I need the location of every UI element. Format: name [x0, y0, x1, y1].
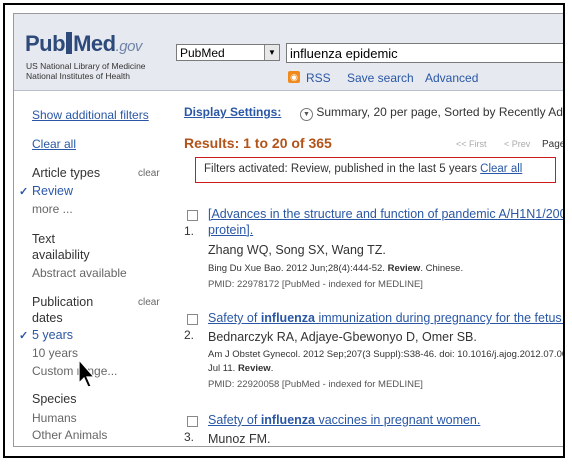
result-title-line-1[interactable]: [Advances in the structure and function … — [208, 207, 563, 221]
citation-review: Review — [387, 263, 421, 274]
nlm-line-2: National Institutes of Health — [26, 71, 130, 81]
filter-10-years[interactable]: 10 years — [32, 346, 78, 360]
publication-dates-heading-1: Publication — [32, 295, 94, 309]
pubmed-logo[interactable]: Pub Med.gov — [25, 31, 142, 57]
logo-bar-icon — [66, 32, 73, 54]
result-checkbox[interactable] — [187, 416, 198, 427]
database-select-value: PubMed — [180, 46, 225, 60]
text-availability-heading-1: Text — [32, 232, 55, 246]
logo-pub: Pub — [25, 31, 66, 56]
title-pre: Safety of — [208, 311, 261, 325]
article-types-more[interactable]: more ... — [32, 202, 73, 216]
advanced-link[interactable]: Advanced — [425, 71, 478, 85]
checkmark-icon: ✓ — [19, 186, 29, 198]
display-settings-link[interactable]: Display Settings: — [184, 105, 281, 119]
filter-humans[interactable]: Humans — [32, 411, 77, 425]
pager-page: Page — [542, 139, 565, 150]
search-input-value: influenza epidemic — [290, 46, 398, 61]
result-citation-line-2: Jul 11. Review. — [208, 363, 273, 374]
title-highlight: influenza — [260, 413, 315, 427]
filters-activated-box: Filters activated: Review, published in … — [195, 157, 556, 183]
filter-review[interactable]: Review — [32, 184, 73, 198]
clear-all-filters-link[interactable]: Clear all — [32, 137, 76, 151]
result-pmid: PMID: 22978172 [PubMed - indexed for MED… — [208, 279, 423, 290]
filter-custom-range[interactable]: Custom range... — [32, 364, 117, 378]
rss-icon[interactable]: ◉ — [288, 71, 300, 83]
result-checkbox[interactable] — [187, 210, 198, 221]
result-number: 2. — [184, 328, 195, 342]
pager-first: << First — [456, 139, 487, 149]
pubmed-header: Pub Med.gov US National Library of Medici… — [14, 14, 563, 91]
chevron-down-icon[interactable]: ▼ — [300, 108, 313, 121]
results-main: Display Settings: ▼ Summary, 20 per page… — [184, 91, 565, 446]
citation-post: . — [270, 363, 274, 374]
result-title[interactable]: Safety of influenza immunization during … — [208, 311, 563, 325]
filters-clear-all-link[interactable]: Clear all — [480, 163, 522, 175]
database-select[interactable]: PubMed ▼ — [176, 44, 280, 61]
result-checkbox[interactable] — [187, 314, 198, 325]
result-number: 1. — [184, 224, 195, 238]
display-summary-text: Summary, 20 per page, Sorted by Recently… — [316, 105, 565, 119]
title-post: vaccines in pregnant women. — [314, 413, 481, 427]
article-types-clear[interactable]: clear — [138, 168, 160, 179]
title-post: immunization during pregnancy for the fe… — [318, 311, 563, 325]
result-title-line-2[interactable]: protein]. — [208, 223, 253, 237]
citation-post: . Chinese. — [420, 263, 464, 274]
filter-abstract-available[interactable]: Abstract available — [32, 266, 127, 280]
result-pmid: PMID: 22920058 [PubMed - indexed for MED… — [208, 379, 423, 390]
species-heading: Species — [32, 392, 77, 406]
show-additional-filters-link[interactable]: Show additional filters — [32, 108, 149, 122]
publication-dates-heading-2: dates — [32, 311, 63, 325]
result-authors: Munoz FM. — [208, 432, 271, 446]
browser-viewport: Pub Med.gov US National Library of Medici… — [13, 13, 565, 447]
pager-prev: < Prev — [504, 139, 531, 149]
result-citation: Bing Du Xue Bao. 2012 Jun;28(4):444-52. … — [208, 263, 463, 274]
citation-review: Review — [237, 363, 271, 374]
filters-activated-text: Filters activated: Review, published in … — [204, 163, 477, 175]
screenshot-frame: Pub Med.gov US National Library of Medici… — [3, 3, 565, 458]
filters-sidebar: Show additional filters Clear all Articl… — [14, 91, 172, 446]
result-authors: Bednarczyk RA, Adjaye-Gbewonyo D, Omer S… — [208, 330, 477, 344]
citation-text: Bing Du Xue Bao. 2012 Jun;28(4):444-52. — [208, 263, 388, 274]
citation-pre: Jul 11. — [208, 363, 238, 374]
title-highlight: influenza — [260, 311, 315, 325]
article-types-heading: Article types — [32, 166, 101, 180]
nlm-text: US National Library of Medicine National… — [26, 61, 146, 81]
checkmark-icon: ✓ — [19, 330, 29, 342]
display-settings-summary: ▼ Summary, 20 per page, Sorted by Recent… — [300, 105, 565, 121]
result-title[interactable]: Safety of influenza vaccines in pregnant… — [208, 413, 480, 427]
save-search-link[interactable]: Save search — [347, 71, 414, 85]
mouse-cursor-icon — [78, 359, 96, 388]
search-input[interactable]: influenza epidemic — [286, 43, 563, 63]
logo-med: Med — [73, 31, 116, 56]
filter-other-animals[interactable]: Other Animals — [32, 428, 107, 442]
text-availability-heading-2: availability — [32, 248, 90, 262]
title-pre: Safety of — [208, 413, 261, 427]
filter-5-years[interactable]: 5 years — [32, 328, 73, 342]
rss-link[interactable]: RSS — [306, 71, 331, 85]
result-number: 3. — [184, 430, 195, 444]
results-count: Results: 1 to 20 of 365 — [184, 135, 332, 151]
result-citation-line-1: Am J Obstet Gynecol. 2012 Sep;207(3 Supp… — [208, 349, 565, 360]
chevron-down-icon[interactable]: ▼ — [264, 45, 279, 60]
nlm-line-1: US National Library of Medicine — [26, 61, 146, 71]
publication-dates-clear[interactable]: clear — [138, 297, 160, 308]
logo-gov: .gov — [115, 38, 143, 55]
result-authors: Zhang WQ, Song SX, Wang TZ. — [208, 243, 386, 257]
